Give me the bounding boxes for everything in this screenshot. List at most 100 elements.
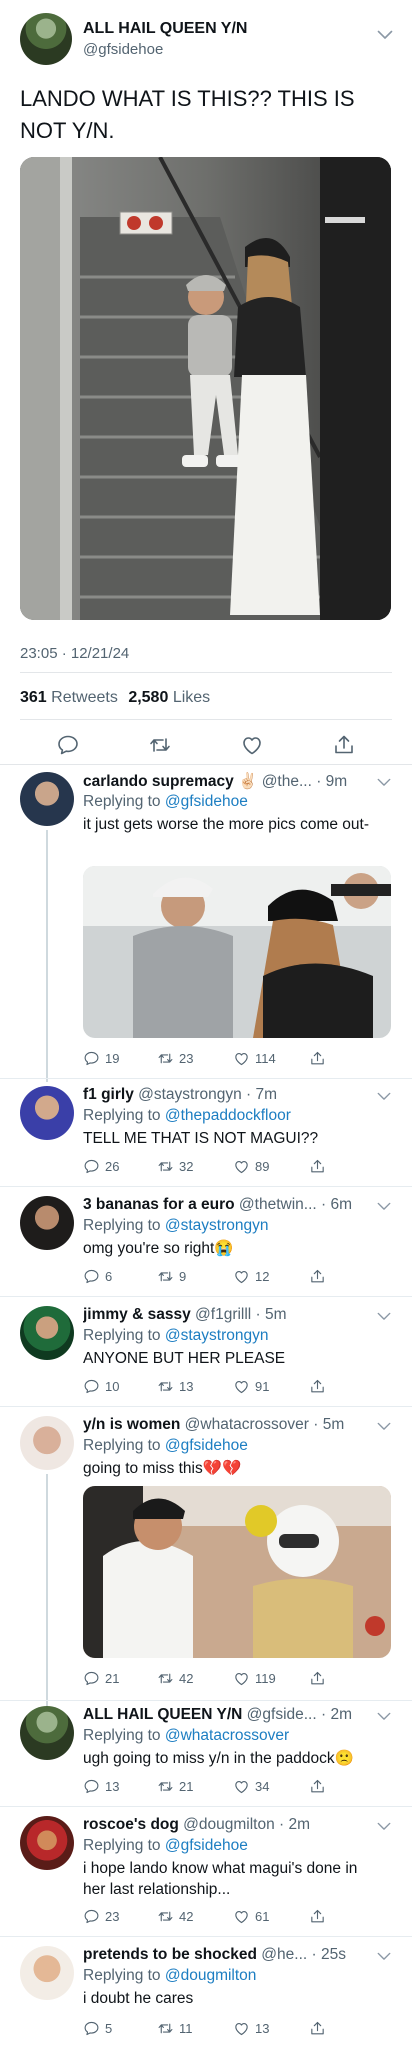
like-button[interactable]: 119: [233, 1668, 276, 1688]
like-button[interactable]: 13: [233, 2018, 269, 2038]
share-icon: [309, 1778, 326, 1795]
reply-handle-time[interactable]: @thetwin... · 6m: [239, 1196, 352, 1213]
like-button[interactable]: 34: [233, 1776, 269, 1796]
retweet-button[interactable]: 32: [157, 1156, 193, 1176]
retweet-button[interactable]: 42: [157, 1668, 193, 1688]
retweet-button[interactable]: 21: [157, 1776, 193, 1796]
share-button[interactable]: [309, 1266, 326, 1286]
retweets-count[interactable]: 361: [20, 689, 47, 706]
chevron-down-icon[interactable]: [377, 1092, 391, 1101]
share-button[interactable]: [309, 1156, 326, 1176]
reply-photo[interactable]: [83, 1486, 391, 1658]
chevron-down-icon[interactable]: [377, 1422, 391, 1431]
share-button[interactable]: [309, 1376, 326, 1396]
main-display-name[interactable]: ALL HAIL QUEEN Y/N: [83, 20, 247, 38]
reply-display-name[interactable]: f1 girly: [83, 1086, 134, 1103]
reply-display-name[interactable]: ALL HAIL QUEEN Y/N: [83, 1706, 242, 1723]
replying-to-mention[interactable]: @staystrongyn: [165, 1217, 269, 1234]
reply-handle-time[interactable]: @whatacrossover · 5m: [185, 1416, 345, 1433]
avatar[interactable]: [20, 1086, 74, 1140]
retweet-button[interactable]: 9: [157, 1266, 186, 1286]
reply-button[interactable]: 21: [83, 1668, 119, 1688]
replying-to-mention[interactable]: @thepaddockfloor: [165, 1107, 291, 1124]
replying-to-mention[interactable]: @staystrongyn: [165, 1327, 269, 1344]
chevron-down-icon[interactable]: [377, 778, 391, 787]
avatar[interactable]: [20, 1816, 74, 1870]
reply-display-name[interactable]: 3 bananas for a euro: [83, 1196, 235, 1213]
reply-count: 5: [105, 2020, 113, 2036]
reply-handle-time[interactable]: @staystrongyn · 7m: [138, 1086, 277, 1103]
chevron-down-icon[interactable]: [377, 1712, 391, 1721]
like-icon[interactable]: [240, 733, 264, 757]
likes-label[interactable]: Likes: [173, 689, 210, 706]
avatar[interactable]: [20, 1196, 74, 1250]
retweet-button[interactable]: 13: [157, 1376, 193, 1396]
reply-count: 21: [105, 1670, 120, 1686]
like-button[interactable]: 114: [233, 1048, 276, 1068]
reply-button[interactable]: 10: [83, 1376, 119, 1396]
reply-handle-time[interactable]: @dougmilton · 2m: [183, 1816, 310, 1833]
retweet-icon: [157, 1908, 174, 1925]
like-button[interactable]: 12: [233, 1266, 269, 1286]
retweet-button[interactable]: 42: [157, 1906, 193, 1926]
share-button[interactable]: [309, 1776, 326, 1796]
replying-to-mention[interactable]: @gfsidehoe: [165, 1837, 248, 1854]
replying-label: Replying to: [83, 1727, 161, 1744]
reply-button[interactable]: 19: [83, 1048, 119, 1068]
share-button[interactable]: [309, 1906, 326, 1926]
retweet-button[interactable]: 23: [157, 1048, 193, 1068]
reply-photo[interactable]: [83, 866, 391, 1038]
main-tweet-photo[interactable]: [20, 157, 391, 620]
replying-to-mention[interactable]: @gfsidehoe: [165, 793, 248, 810]
divider: [0, 1806, 412, 1807]
share-button[interactable]: [309, 2018, 326, 2038]
main-handle[interactable]: @gfsidehoe: [83, 41, 163, 58]
reply-button[interactable]: 26: [83, 1156, 119, 1176]
reply-handle-time[interactable]: @the... · 9m: [262, 773, 348, 790]
retweets-label[interactable]: Retweets: [51, 689, 118, 706]
like-button[interactable]: 61: [233, 1906, 269, 1926]
reply-button[interactable]: 5: [83, 2018, 112, 2038]
like-icon: [233, 1050, 250, 1067]
reply-display-name[interactable]: jimmy & sassy: [83, 1306, 191, 1323]
reply-button[interactable]: 13: [83, 1776, 119, 1796]
divider: [0, 1936, 412, 1937]
likes-count[interactable]: 2,580: [128, 689, 168, 706]
retweet-button[interactable]: 11: [157, 2018, 193, 2038]
avatar[interactable]: [20, 1946, 74, 2000]
reply-text: it just gets worse the more pics come ou…: [83, 816, 370, 833]
retweet-icon[interactable]: [148, 733, 172, 757]
avatar[interactable]: [20, 1706, 74, 1760]
replying-to-mention[interactable]: @gfsidehoe: [165, 1437, 248, 1454]
like-icon: [233, 1378, 250, 1395]
tweet-timestamp[interactable]: 23:05 · 12/21/24: [20, 645, 129, 662]
reply-display-name[interactable]: pretends to be shocked: [83, 1946, 257, 1963]
avatar[interactable]: [20, 1306, 74, 1360]
chevron-down-icon[interactable]: [377, 30, 393, 40]
chevron-down-icon[interactable]: [377, 1312, 391, 1321]
reply-handle-time[interactable]: @f1grilll · 5m: [195, 1306, 287, 1323]
retweet-icon: [157, 2020, 174, 2037]
like-button[interactable]: 91: [233, 1376, 269, 1396]
reply-button[interactable]: 23: [83, 1906, 119, 1926]
main-avatar[interactable]: [20, 13, 72, 65]
replying-to-mention[interactable]: @whatacrossover: [165, 1727, 289, 1744]
reply-display-name[interactable]: y/n is women: [83, 1416, 180, 1433]
chevron-down-icon[interactable]: [377, 1202, 391, 1211]
chevron-down-icon[interactable]: [377, 1822, 391, 1831]
reply-handle-time[interactable]: @gfside... · 2m: [247, 1706, 352, 1723]
share-icon[interactable]: [332, 733, 356, 757]
avatar[interactable]: [20, 772, 74, 826]
replying-to-mention[interactable]: @dougmilton: [165, 1967, 257, 1984]
share-button[interactable]: [309, 1048, 326, 1068]
reply-display-name[interactable]: carlando supremacy ✌🏻: [83, 773, 257, 790]
reply-handle-time[interactable]: @he... · 25s: [261, 1946, 346, 1963]
reply-icon[interactable]: [56, 733, 80, 757]
chevron-down-icon[interactable]: [377, 1952, 391, 1961]
reply-button[interactable]: 6: [83, 1266, 112, 1286]
share-button[interactable]: [309, 1668, 326, 1688]
like-button[interactable]: 89: [233, 1156, 269, 1176]
avatar[interactable]: [20, 1416, 74, 1470]
reply-display-name[interactable]: roscoe's dog: [83, 1816, 179, 1833]
retweet-count: 23: [179, 1050, 194, 1066]
